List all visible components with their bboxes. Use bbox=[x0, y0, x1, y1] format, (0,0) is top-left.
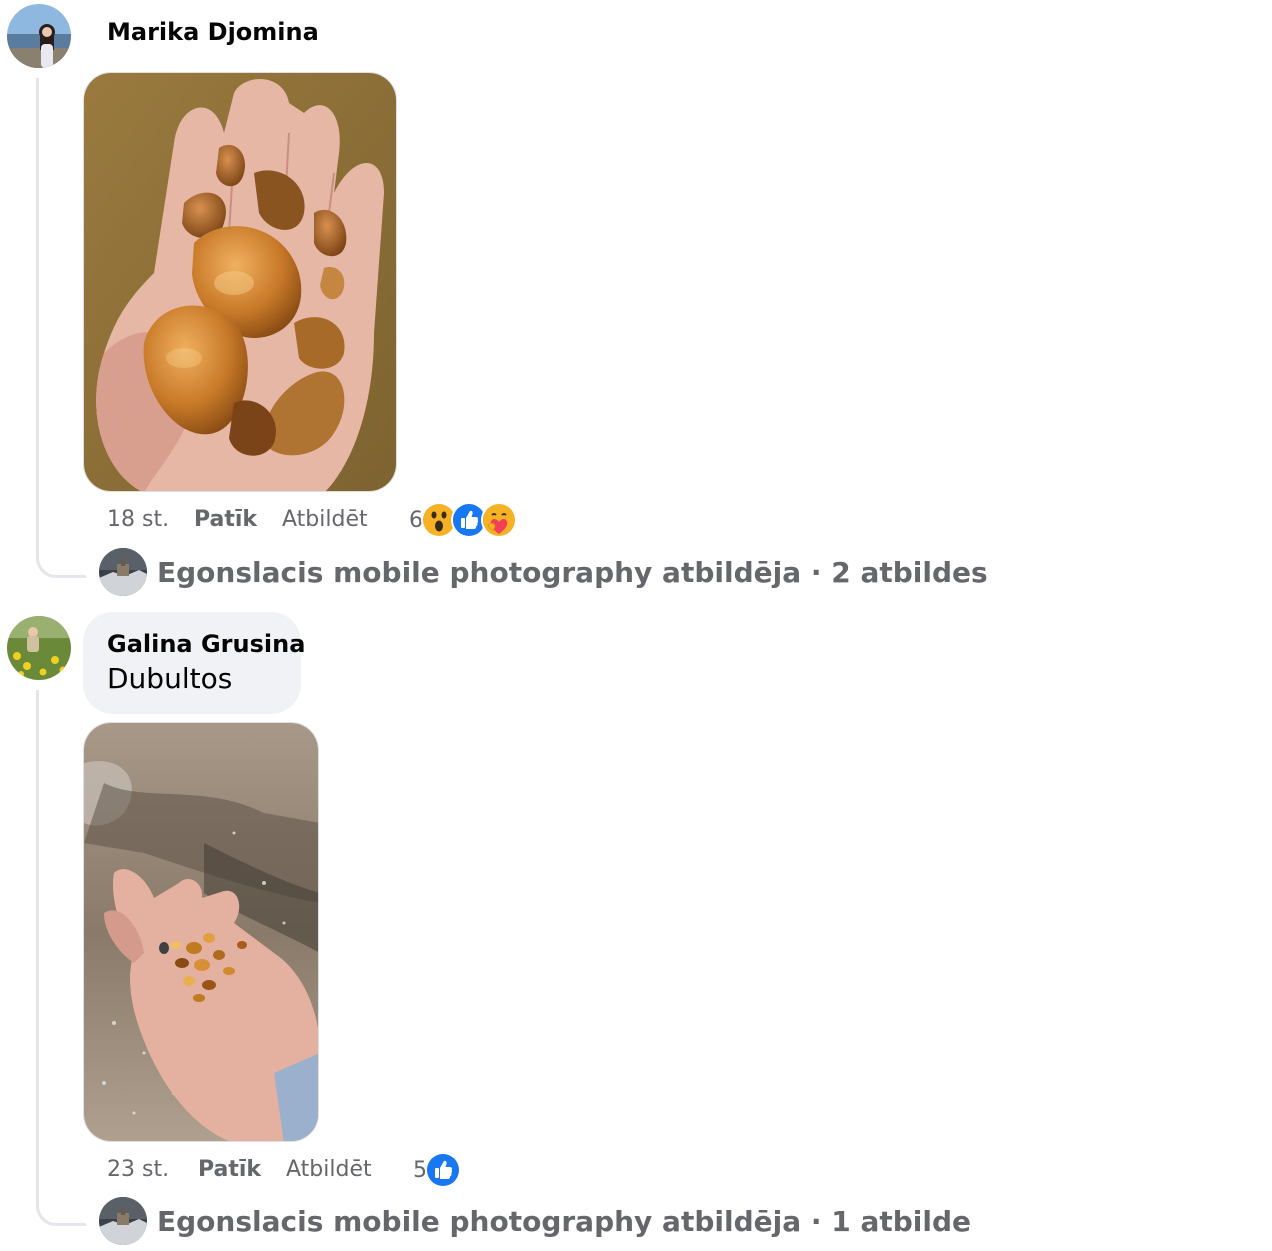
like-button[interactable]: Patīk bbox=[194, 507, 257, 532]
comment-bubble: Galina Grusina Dubultos bbox=[83, 612, 305, 714]
like-button[interactable]: Patīk bbox=[198, 1157, 261, 1182]
care-reaction-icon bbox=[481, 502, 517, 538]
comment-photo[interactable] bbox=[83, 72, 397, 492]
comment-text: Dubultos bbox=[107, 662, 233, 695]
thread-curve bbox=[36, 1196, 86, 1226]
comment-photo[interactable] bbox=[83, 722, 319, 1142]
reactions-summary[interactable]: 5 bbox=[413, 1151, 461, 1189]
view-replies-link[interactable]: Egonslacis mobile photography atbildēja … bbox=[99, 1197, 971, 1245]
comment-time[interactable]: 18 st. bbox=[107, 507, 169, 532]
thread-line bbox=[36, 78, 39, 548]
avatar[interactable] bbox=[7, 4, 71, 68]
reply-button[interactable]: Atbildēt bbox=[282, 507, 368, 532]
comment-time[interactable]: 23 st. bbox=[107, 1157, 169, 1182]
thread-line bbox=[36, 690, 39, 1198]
reactions-summary[interactable]: 6 bbox=[409, 501, 517, 539]
view-replies-text: Egonslacis mobile photography atbildēja … bbox=[157, 1204, 972, 1238]
reply-button[interactable]: Atbildēt bbox=[286, 1157, 372, 1182]
like-reaction-icon bbox=[425, 1152, 461, 1188]
avatar bbox=[99, 548, 147, 596]
view-replies-text: Egonslacis mobile photography atbildēja … bbox=[157, 555, 988, 589]
thread-curve bbox=[36, 548, 86, 578]
comment-author[interactable]: Galina Grusina bbox=[107, 630, 305, 658]
avatar[interactable] bbox=[7, 616, 71, 680]
view-replies-link[interactable]: Egonslacis mobile photography atbildēja … bbox=[99, 548, 988, 596]
avatar bbox=[99, 1197, 147, 1245]
comment-author[interactable]: Marika Djomina bbox=[107, 18, 319, 46]
